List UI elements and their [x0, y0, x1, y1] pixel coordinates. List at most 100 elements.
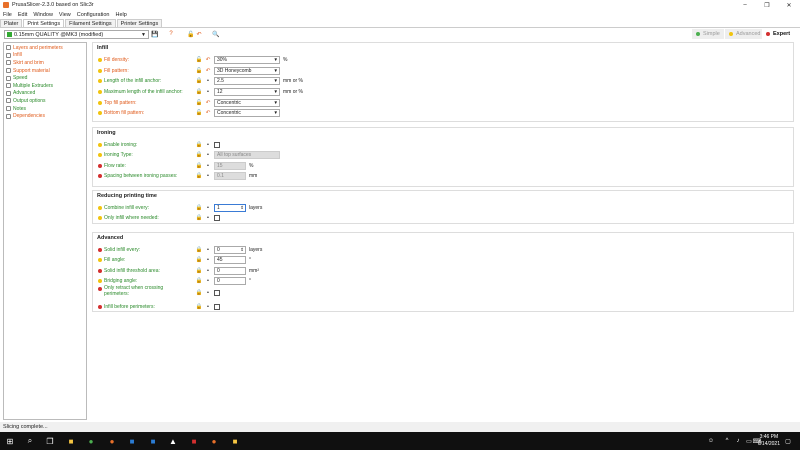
solid-infill-every-spinner[interactable]: 0 ⇕ — [214, 245, 246, 254]
bottom-pattern-select[interactable]: Concentric ▼ — [214, 108, 280, 117]
menu-window[interactable]: Window — [30, 12, 56, 18]
advanced-mode-icon — [98, 215, 102, 220]
fill-pattern-select[interactable]: 3D Honeycomb ▼ — [214, 66, 280, 75]
sidebar-item-multiple-extruders[interactable]: Multiple Extruders — [4, 82, 86, 90]
menu-edit[interactable]: Edit — [15, 12, 30, 18]
app-icon[interactable]: ▲ — [168, 436, 178, 446]
anchor-length-combo[interactable]: 2.5 ▼ — [214, 76, 280, 85]
lock-icon[interactable]: 🔒 — [196, 142, 203, 148]
status-bar: Slicing complete... — [0, 422, 800, 432]
tab-printer-settings[interactable]: Printer Settings — [116, 19, 163, 27]
undo-arrow-icon[interactable]: ↶ — [205, 68, 211, 74]
sidebar-item-support-material[interactable]: Support material — [4, 67, 86, 75]
sidebar-item-label: Multiple Extruders — [13, 82, 54, 89]
menu-help[interactable]: Help — [112, 12, 129, 18]
sidebar-item-output-options[interactable]: Output options — [4, 97, 86, 105]
search-icon[interactable]: ⌕ — [25, 436, 35, 446]
prusaslicer-taskbar-icon[interactable]: ● — [209, 436, 219, 446]
notifications-icon[interactable]: ▢ — [783, 436, 793, 446]
mode-expert-button[interactable]: Expert — [762, 29, 795, 39]
lock-icon[interactable]: 🔒 — [196, 290, 203, 296]
lock-icon[interactable]: 🔒 — [196, 278, 203, 284]
ironing-spacing-input[interactable]: 0.1 — [214, 171, 246, 180]
close-button[interactable]: ✕ — [778, 0, 800, 10]
lock-icon[interactable]: 🔒 — [196, 78, 203, 84]
flow-rate-input[interactable]: 15 — [214, 161, 246, 170]
unlocked-icon[interactable]: 🔓 — [196, 57, 203, 63]
enable-ironing-checkbox[interactable] — [214, 141, 220, 148]
menu-configuration[interactable]: Configuration — [74, 12, 113, 18]
sidebar-item-advanced[interactable]: Advanced — [4, 90, 86, 98]
combine-infill-unit: layers — [249, 204, 263, 211]
unlocked-icon[interactable]: 🔓 — [196, 68, 203, 74]
anchor-max-combo[interactable]: 12 ▼ — [214, 87, 280, 96]
maximize-button[interactable]: ❐ — [756, 0, 778, 10]
minimize-button[interactable]: – — [734, 0, 756, 10]
spin-arrows-icon[interactable]: ⇕ — [240, 247, 244, 253]
lock-icon[interactable]: 🔒 — [196, 268, 203, 274]
people-icon[interactable]: ☺ — [706, 436, 716, 446]
lock-icon[interactable]: 🔓 — [187, 30, 195, 38]
sidebar-item-skirt-and-brim[interactable]: Skirt and brim — [4, 59, 86, 67]
sidebar-item-layers-and-perimeters[interactable]: Layers and perimeters — [4, 44, 86, 52]
lock-icon[interactable]: 🔒 — [196, 163, 203, 169]
sidebar-item-infill[interactable]: Infill — [4, 52, 86, 60]
mode-simple-label: Simple — [703, 31, 720, 37]
question-icon[interactable]: ? — [167, 30, 175, 38]
search-icon[interactable]: 🔍 — [212, 30, 220, 38]
undo-icon[interactable]: ↶ — [195, 30, 203, 38]
file-explorer-icon[interactable]: ■ — [66, 436, 76, 446]
lock-icon[interactable]: 🔒 — [196, 89, 203, 95]
ironing-type-select[interactable]: All top surfaces — [214, 150, 280, 159]
tab-print-settings[interactable]: Print Settings — [23, 19, 65, 27]
tab-plater[interactable]: Plater — [0, 19, 23, 27]
tab-filament-settings[interactable]: Filament Settings — [65, 19, 116, 27]
lock-icon[interactable]: 🔒 — [196, 257, 203, 263]
lock-icon[interactable]: 🔒 — [196, 205, 203, 211]
lock-icon[interactable]: 🔒 — [196, 173, 203, 179]
app-icon[interactable]: ● — [107, 436, 117, 446]
undo-arrow-icon[interactable]: ↶ — [205, 100, 211, 106]
bridging-angle-input[interactable]: 0 — [214, 276, 246, 285]
app-icon[interactable]: ■ — [148, 436, 158, 446]
sidebar-item-speed[interactable]: Speed — [4, 74, 86, 82]
chrome-icon[interactable]: ● — [86, 436, 96, 446]
spin-arrows-icon[interactable]: ⇕ — [240, 205, 244, 211]
mode-advanced-button[interactable]: Advanced — [725, 29, 765, 39]
lock-icon[interactable]: 🔒 — [196, 247, 203, 253]
sidebar-item-notes[interactable]: Notes — [4, 105, 86, 113]
app-icon[interactable]: ■ — [189, 436, 199, 446]
lock-icon[interactable]: 🔒 — [196, 152, 203, 158]
fill-density-combo[interactable]: 30% ▼ — [214, 55, 280, 64]
mode-simple-button[interactable]: Simple — [692, 29, 724, 39]
speaker-icon[interactable]: ♪ — [733, 436, 743, 446]
app-icon[interactable]: ■ — [127, 436, 137, 446]
flow-rate-row: Flow rate: — [98, 161, 126, 170]
infill-first-checkbox[interactable] — [214, 303, 220, 310]
lock-icon[interactable]: 🔒 — [196, 304, 203, 310]
save-preset-icon[interactable]: 💾 — [151, 30, 159, 38]
task-view-icon[interactable]: ❐ — [45, 436, 55, 446]
system-clock[interactable]: 3:46 PM 6/14/2021 — [758, 434, 780, 448]
unlocked-icon[interactable]: 🔓 — [196, 100, 203, 106]
anchor-max-row: Maximum length of the infill anchor: — [98, 87, 183, 96]
only-retract-checkbox[interactable] — [214, 289, 220, 296]
windows-start-icon[interactable]: ⊞ — [5, 436, 15, 446]
undo-arrow-icon[interactable]: ↶ — [205, 57, 211, 63]
sidebar-item-dependencies[interactable]: Dependencies — [4, 112, 86, 120]
folder-icon[interactable]: ■ — [230, 436, 240, 446]
chevron-up-icon[interactable]: ^ — [722, 436, 732, 446]
print-preset-select[interactable]: 0.15mm QUALITY @MK3 (modified) ▼ — [4, 30, 149, 39]
menu-file[interactable]: File — [0, 12, 15, 18]
unlocked-icon[interactable]: 🔓 — [196, 110, 203, 116]
combine-infill-spinner[interactable]: 1 ⇕ — [214, 203, 246, 212]
solid-threshold-input[interactable]: 0 — [214, 266, 246, 275]
menu-view[interactable]: View — [56, 12, 74, 18]
bridging-angle-control: 🔒 • 0 ° — [196, 276, 251, 285]
only-needed-checkbox[interactable] — [214, 214, 220, 221]
top-pattern-select[interactable]: Concentric ▼ — [214, 98, 280, 107]
lock-icon[interactable]: 🔒 — [196, 215, 203, 221]
ironing-type-label: Ironing Type: — [104, 151, 133, 158]
fill-angle-input[interactable]: 45 — [214, 255, 246, 264]
undo-arrow-icon[interactable]: ↶ — [205, 110, 211, 116]
